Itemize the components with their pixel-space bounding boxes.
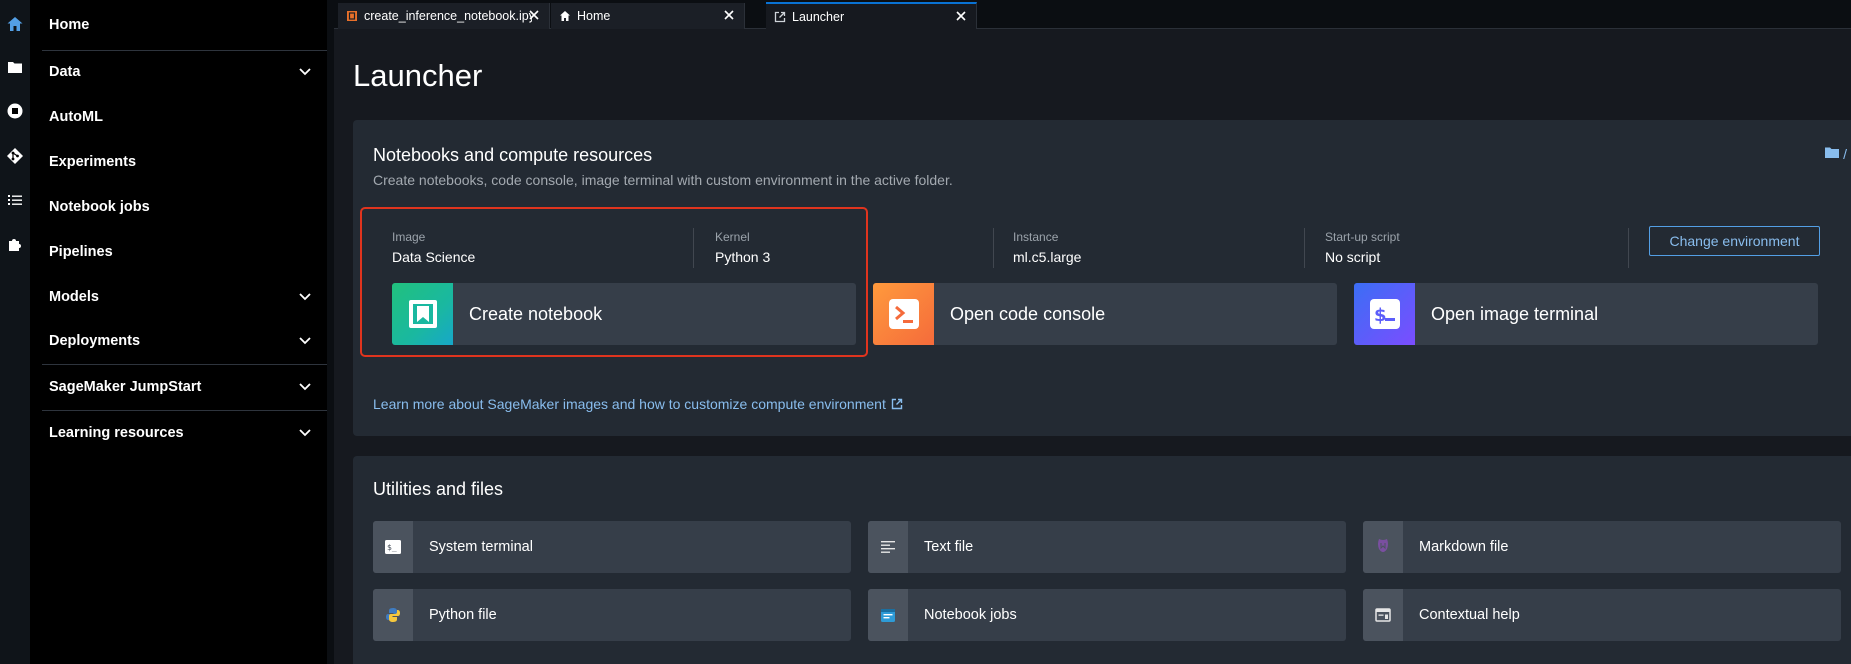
sidebar-item-home[interactable]: Home: [49, 13, 325, 37]
contextual-help-icon: [1363, 589, 1403, 641]
markdown-file-button[interactable]: Markdown file: [1363, 521, 1841, 573]
chevron-down-icon[interactable]: [293, 60, 317, 84]
sidebar-item-learning-resources[interactable]: Learning resources: [49, 421, 325, 445]
divider: [993, 228, 994, 268]
folder-icon[interactable]: [4, 56, 26, 78]
divider: [42, 50, 327, 51]
tab-launcher[interactable]: Launcher: [766, 2, 977, 29]
learn-more-text: Learn more about SageMaker images and ho…: [373, 396, 886, 412]
icon-rail: [0, 0, 30, 664]
startup-script-label: Start-up script: [1325, 230, 1400, 244]
instance-label: Instance: [1013, 230, 1059, 244]
open-code-console-label: Open code console: [950, 303, 1106, 324]
utilities-files-section: Utilities and files $_ System terminal T…: [353, 456, 1851, 664]
notebook-jobs-icon: [868, 589, 908, 641]
sidebar-item-notebook-jobs[interactable]: Notebook jobs: [49, 195, 325, 219]
tab-label: Home: [577, 9, 611, 23]
image-label: Image: [392, 230, 426, 244]
kernel-label: Kernel: [715, 230, 750, 244]
external-link-icon: [891, 398, 903, 410]
divider: [42, 410, 327, 411]
image-value: Data Science: [392, 249, 476, 265]
folder-path: /: [1843, 146, 1847, 162]
sidebar-item-experiments[interactable]: Experiments: [49, 150, 325, 174]
notebook-icon: [346, 10, 358, 22]
extension-icon[interactable]: [4, 234, 26, 256]
create-notebook-label: Create notebook: [469, 303, 603, 324]
divider: [1304, 228, 1305, 268]
tab-label: create_inference_notebook.ipynb: [364, 9, 532, 23]
python-file-icon: [373, 589, 413, 641]
text-file-button[interactable]: Text file: [868, 521, 1346, 573]
svg-text:$_: $_: [387, 543, 397, 552]
sidebar-item-data[interactable]: Data: [49, 60, 325, 84]
sidebar-item-sagemaker-jumpstart[interactable]: SageMaker JumpStart: [49, 375, 325, 399]
section-subtitle: Create notebooks, code console, image te…: [373, 172, 953, 188]
sidebar-item-models[interactable]: Models: [49, 285, 325, 309]
image-setting[interactable]: Image Data Science: [392, 230, 475, 265]
instance-setting[interactable]: Instance ml.c5.large: [1013, 230, 1081, 265]
section-title: Utilities and files: [373, 479, 504, 499]
tab-create-inference-notebook[interactable]: create_inference_notebook.ipynb: [338, 3, 550, 29]
open-image-terminal-label: Open image terminal: [1431, 303, 1599, 324]
python-file-button[interactable]: Python file: [373, 589, 851, 641]
sidebar: Home Data AutoML Experiments Notebook jo…: [30, 0, 327, 664]
launcher-panel: Launcher Notebooks and compute resources…: [334, 30, 1851, 664]
chevron-down-icon[interactable]: [293, 421, 317, 445]
page-title: Launcher: [353, 58, 483, 93]
startup-script-setting[interactable]: Start-up script No script: [1325, 230, 1400, 265]
folder-icon: [1824, 146, 1840, 162]
system-terminal-label: System terminal: [429, 539, 533, 555]
svg-text:$: $: [1374, 305, 1387, 326]
home-icon: [559, 10, 571, 22]
active-folder[interactable]: /: [1824, 146, 1847, 162]
home-icon[interactable]: [4, 13, 26, 35]
tab-label: Launcher: [792, 9, 845, 24]
panel-splitter[interactable]: [327, 0, 334, 664]
create-notebook-button[interactable]: Create notebook: [392, 283, 856, 345]
divider: [693, 228, 694, 268]
kernel-setting[interactable]: Kernel Python 3: [715, 230, 770, 265]
text-file-label: Text file: [924, 539, 974, 555]
contextual-help-label: Contextual help: [1419, 607, 1520, 623]
notebook-jobs-button[interactable]: Notebook jobs: [868, 589, 1346, 641]
chevron-down-icon[interactable]: [293, 375, 317, 399]
sidebar-item-automl[interactable]: AutoML: [49, 105, 325, 129]
open-code-console-button[interactable]: Open code console: [873, 283, 1337, 345]
dollar-terminal-icon: $: [1354, 283, 1415, 345]
notebook-icon: [392, 283, 453, 345]
kernel-value: Python 3: [715, 249, 771, 265]
divider: [42, 364, 327, 365]
text-file-icon: [868, 521, 908, 573]
launcher-icon: [774, 11, 786, 23]
startup-script-value: No script: [1325, 249, 1381, 265]
divider: [1628, 228, 1629, 268]
system-terminal-button[interactable]: $_ System terminal: [373, 521, 851, 573]
contextual-help-button[interactable]: Contextual help: [1363, 589, 1841, 641]
chevron-down-icon[interactable]: [293, 285, 317, 309]
stop-circle-icon[interactable]: [4, 100, 26, 122]
open-image-terminal-button[interactable]: $ Open image terminal: [1354, 283, 1818, 345]
notebook-jobs-label: Notebook jobs: [924, 607, 1017, 623]
git-icon[interactable]: [4, 145, 26, 167]
list-icon[interactable]: [4, 189, 26, 211]
sidebar-item-pipelines[interactable]: Pipelines: [49, 240, 325, 264]
markdown-file-label: Markdown file: [1419, 539, 1509, 555]
markdown-file-icon: [1363, 521, 1403, 573]
close-icon[interactable]: [527, 8, 541, 22]
tab-home[interactable]: Home: [551, 3, 745, 29]
change-environment-button[interactable]: Change environment: [1649, 226, 1820, 256]
section-title: Notebooks and compute resources: [373, 145, 653, 165]
close-icon[interactable]: [722, 8, 736, 22]
notebooks-compute-section: Notebooks and compute resources Create n…: [353, 120, 1851, 436]
instance-value: ml.c5.large: [1013, 249, 1082, 265]
sidebar-item-deployments[interactable]: Deployments: [49, 329, 325, 353]
chevron-down-icon[interactable]: [293, 329, 317, 353]
system-terminal-icon: $_: [373, 521, 413, 573]
learn-more-link[interactable]: Learn more about SageMaker images and ho…: [373, 396, 903, 412]
python-file-label: Python file: [429, 607, 497, 623]
tab-bar: create_inference_notebook.ipynb Home Lau…: [334, 0, 1851, 29]
terminal-prompt-icon: [873, 283, 934, 345]
close-icon[interactable]: [954, 9, 968, 23]
